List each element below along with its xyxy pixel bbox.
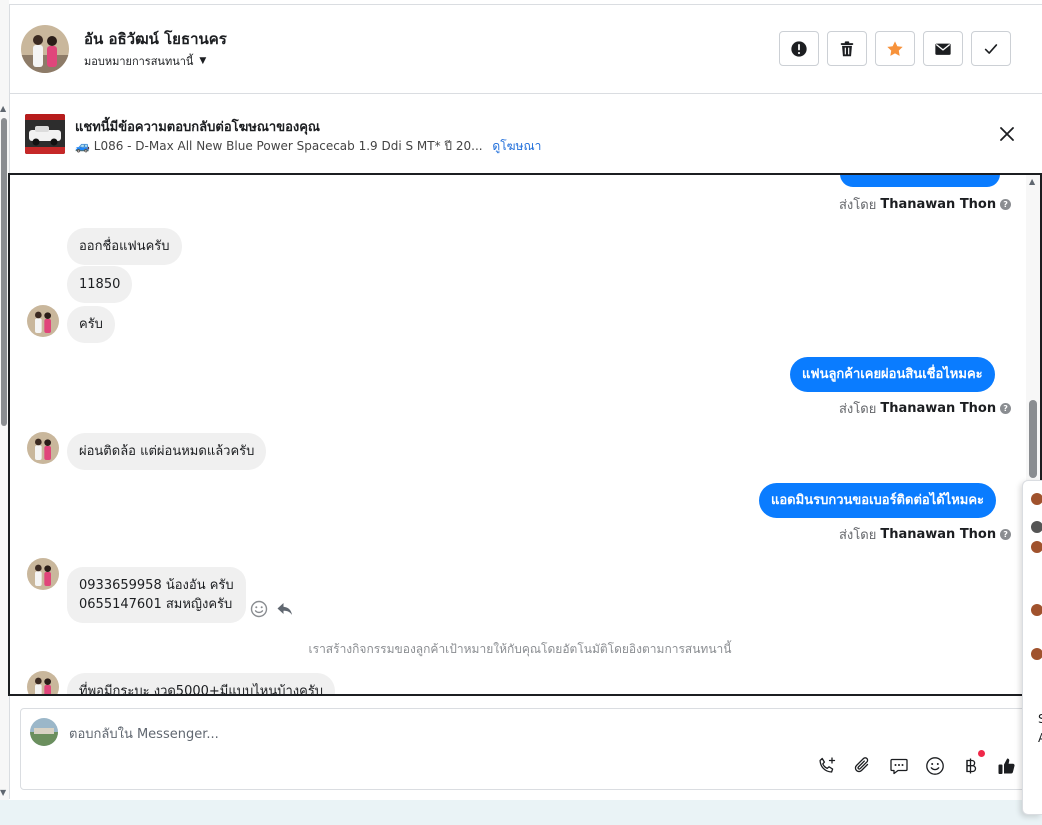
- email-button[interactable]: [923, 31, 963, 66]
- star-button[interactable]: [875, 31, 915, 66]
- message-line: 0933659958 น้องอัน ครับ: [79, 578, 234, 593]
- popup-text: S: [1038, 712, 1042, 726]
- attach-button[interactable]: [853, 756, 873, 776]
- incoming-message[interactable]: ผ่อนติดล้อ แต่ผ่อนหมดแล้วครับ: [67, 433, 267, 470]
- incoming-message[interactable]: ออกชื่อแฟนครับ: [67, 228, 182, 265]
- sent-by-label: ส่งโดย Thanawan Thon ?: [839, 524, 1012, 545]
- incoming-message[interactable]: ครับ: [67, 306, 115, 343]
- side-popup-panel[interactable]: S A: [1022, 480, 1042, 815]
- page-footer-strip: [0, 800, 1042, 825]
- incoming-message[interactable]: 11850: [67, 266, 133, 303]
- close-banner-button[interactable]: [996, 123, 1018, 145]
- system-note: เราสร้างกิจกรรมของลูกค้าเป้าหมายให้กับคุ…: [308, 642, 732, 656]
- reply-icon[interactable]: [276, 600, 294, 618]
- message-tools: [250, 600, 294, 618]
- saved-reply-icon: [890, 758, 908, 775]
- message-input[interactable]: ตอบกลับใน Messenger...: [69, 723, 219, 744]
- popup-text: A: [1038, 731, 1042, 745]
- scroll-up-arrow-icon[interactable]: ▲: [0, 104, 6, 113]
- contact-avatar[interactable]: [21, 25, 69, 73]
- phone-plus-icon: [819, 757, 836, 773]
- contact-name[interactable]: อัน อธิวัฒน์ โยธานคร: [84, 27, 227, 51]
- mark-spam-button[interactable]: [779, 31, 819, 66]
- exclamation-circle-icon: [791, 40, 807, 57]
- ad-name: 🚙 L086 - D-Max All New Blue Power Spacec…: [75, 139, 483, 153]
- assign-label: มอบหมายการสนทนานี้: [84, 55, 194, 68]
- avatar: [1031, 541, 1042, 553]
- composer-toolbar: [817, 750, 1017, 776]
- reply-composer: ตอบกลับใน Messenger...: [20, 708, 1042, 790]
- scroll-up-arrow-icon[interactable]: ▲: [1029, 177, 1035, 186]
- thumbs-up-icon: [998, 758, 1015, 774]
- star-icon: [887, 40, 903, 56]
- help-icon[interactable]: ?: [1000, 403, 1012, 414]
- contact-avatar[interactable]: [27, 558, 59, 590]
- header-actions: [779, 31, 1011, 66]
- saved-replies-button[interactable]: [889, 756, 909, 776]
- conversation-header: อัน อธิวัฒน์ โยธานคร มอบหมายการสนทนานี้ …: [10, 5, 1042, 94]
- outgoing-message[interactable]: [840, 175, 1000, 187]
- message-thread[interactable]: ส่งโดย Thanawan Thon ? ออกชื่อแฟนครับ 11…: [8, 173, 1042, 696]
- avatar: [1031, 493, 1042, 505]
- check-icon: [984, 43, 998, 54]
- trash-icon: [840, 40, 854, 56]
- view-ad-link[interactable]: ดูโฆษณา: [492, 139, 541, 153]
- contact-avatar[interactable]: [27, 432, 59, 464]
- scroll-down-arrow-icon[interactable]: ▼: [0, 788, 6, 797]
- ad-banner-title: แชทนี้มีข้อความตอบกลับต่อโฆษณาของคุณ: [75, 120, 320, 135]
- avatar: [1031, 604, 1042, 616]
- envelope-icon: [935, 43, 951, 55]
- sent-by-label: ส่งโดย Thanawan Thon ?: [839, 398, 1012, 419]
- close-icon: [1000, 127, 1014, 141]
- help-icon[interactable]: ?: [1000, 199, 1012, 210]
- emoji-button[interactable]: [925, 756, 945, 776]
- page-scrollbar-thumb[interactable]: [1, 118, 7, 426]
- mark-done-button[interactable]: [971, 31, 1011, 66]
- contact-avatar[interactable]: [27, 671, 59, 694]
- avatar: [1031, 648, 1042, 660]
- page-avatar: [30, 718, 58, 746]
- message-line: 0655147601 สมหญิงครับ: [79, 597, 233, 612]
- caret-down-icon: ▼: [199, 56, 207, 66]
- sent-by-label: ส่งโดย Thanawan Thon ?: [839, 194, 1012, 215]
- outgoing-message[interactable]: แอดมินรบกวนขอเบอร์ติดต่อได้ไหมคะ: [759, 483, 997, 518]
- ad-thumbnail[interactable]: [25, 114, 65, 154]
- avatar: [1031, 521, 1042, 533]
- ad-reply-banner: แชทนี้มีข้อความตอบกลับต่อโฆษณาของคุณ 🚙 L…: [10, 94, 1042, 174]
- outgoing-message[interactable]: แฟนลูกค้าเคยผ่อนสินเชื่อไหมคะ: [790, 357, 995, 392]
- baht-icon: [966, 758, 977, 774]
- notification-dot: [978, 750, 985, 757]
- help-icon[interactable]: ?: [1000, 529, 1012, 540]
- emoji-icon: [926, 757, 944, 775]
- contact-avatar[interactable]: [27, 305, 59, 337]
- incoming-message[interactable]: 0933659958 น้องอัน ครับ 0655147601 สมหญิ…: [67, 567, 246, 623]
- react-emoji-icon[interactable]: [250, 600, 268, 618]
- incoming-message[interactable]: ที่พอมีกระบะ งวด5000+มีแบบไหนบ้างครับ: [67, 673, 336, 694]
- call-button[interactable]: [817, 756, 837, 776]
- delete-button[interactable]: [827, 31, 867, 66]
- thread-scrollbar-thumb[interactable]: [1029, 400, 1037, 478]
- paperclip-icon: [854, 757, 869, 773]
- assign-conversation-dropdown[interactable]: มอบหมายการสนทนานี้ ▼: [84, 52, 206, 70]
- ad-banner-subtitle: 🚙 L086 - D-Max All New Blue Power Spacec…: [75, 137, 541, 156]
- like-button[interactable]: [997, 756, 1017, 776]
- payment-button[interactable]: [961, 750, 985, 776]
